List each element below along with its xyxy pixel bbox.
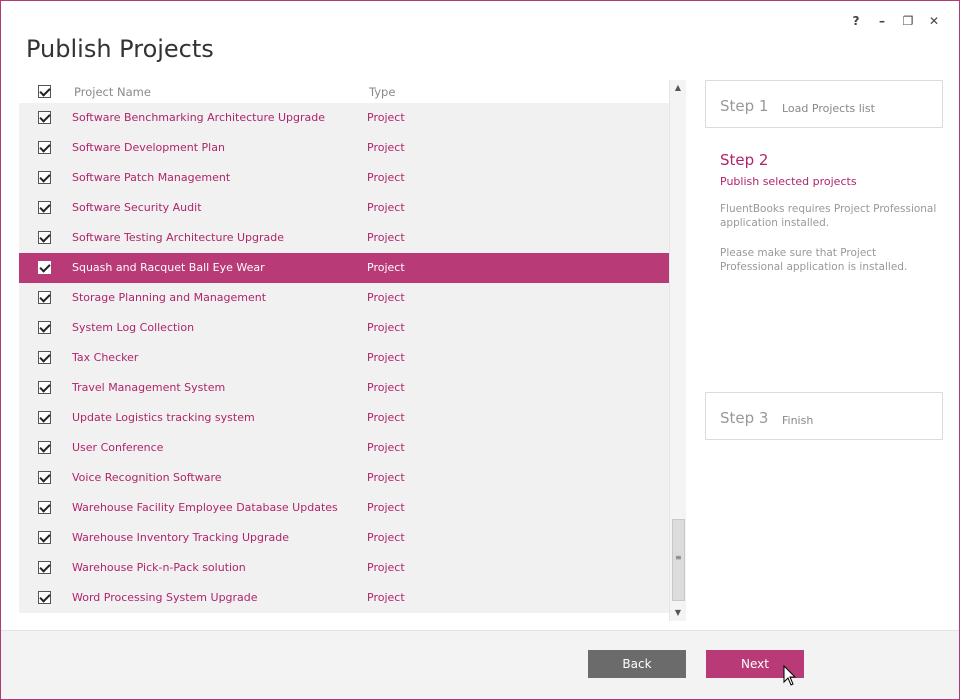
row-checkbox[interactable] [38,561,51,574]
row-checkbox[interactable] [38,321,51,334]
table-row[interactable]: Storage Planning and Management Project [19,283,669,313]
table-row[interactable]: Software Security Audit Project [19,193,669,223]
row-checkbox[interactable] [38,381,51,394]
table-row[interactable]: Update Logistics tracking system Project [19,403,669,433]
row-project-type: Project [367,261,405,274]
back-button[interactable]: Back [588,650,686,678]
row-project-type: Project [367,231,405,244]
row-checkbox[interactable] [38,291,51,304]
row-project-name: Squash and Racquet Ball Eye Wear [72,261,265,274]
row-project-name: Software Patch Management [72,171,231,184]
row-project-type: Project [367,111,405,124]
row-project-type: Project [367,441,405,454]
publish-projects-window: ? – ❐ ✕ Publish Projects Project Name Ty… [0,0,960,700]
row-project-name: Software Testing Architecture Upgrade [72,231,285,244]
row-project-name: Warehouse Facility Employee Database Upd… [72,501,338,514]
step-2-panel: Step 2 Publish selected projects FluentB… [720,151,940,274]
scroll-up-icon[interactable]: ▲ [670,80,686,96]
select-all-checkbox[interactable] [38,85,51,98]
row-checkbox[interactable] [38,471,51,484]
page-title: Publish Projects [26,35,214,63]
row-project-type: Project [367,471,405,484]
row-project-type: Project [367,171,405,184]
row-project-name: Software Security Audit [72,201,202,214]
row-project-type: Project [367,291,405,304]
step-1-panel: Step 1 Load Projects list [705,80,943,128]
restore-icon[interactable]: ❐ [897,11,919,31]
list-rows: Software Benchmarking Architecture Upgra… [19,103,669,613]
row-checkbox[interactable] [38,591,51,604]
row-project-name: Word Processing System Upgrade [72,591,258,604]
table-row[interactable]: Word Processing System Upgrade Project [19,583,669,613]
row-project-type: Project [367,411,405,424]
row-checkbox[interactable] [38,231,51,244]
row-project-name: Warehouse Pick-n-Pack solution [72,561,246,574]
step-2-install-message: Please make sure that Project Profession… [720,247,908,273]
row-project-name: Update Logistics tracking system [72,411,255,424]
row-project-name: Tax Checker [72,351,139,364]
row-checkbox[interactable] [38,351,51,364]
column-header-name[interactable]: Project Name [74,85,151,99]
table-row[interactable]: Warehouse Inventory Tracking Upgrade Proj… [19,523,669,553]
table-row[interactable]: Travel Management System Project [19,373,669,403]
row-project-name: User Conference [72,441,164,454]
scroll-thumb[interactable]: ≡ [672,519,685,601]
footer-bar: Back Next [1,630,959,699]
row-checkbox[interactable] [38,201,51,214]
table-row[interactable]: Software Testing Architecture Upgrade Pro… [19,223,669,253]
row-project-type: Project [367,501,405,514]
help-icon[interactable]: ? [845,11,867,31]
table-row[interactable]: Warehouse Facility Employee Database Upd… [19,493,669,523]
close-icon[interactable]: ✕ [923,11,945,31]
row-project-name: Software Development Plan [72,141,225,154]
row-project-type: Project [367,321,405,334]
row-project-type: Project [367,591,405,604]
step-2-number: Step 2 [720,151,769,169]
minimize-icon[interactable]: – [871,11,893,31]
table-row[interactable]: Software Development Plan Project [19,133,669,163]
table-row[interactable]: Software Benchmarking Architecture Upgra… [19,103,669,133]
table-row[interactable]: Software Patch Management Project [19,163,669,193]
row-project-name: System Log Collection [72,321,195,334]
step-3-panel: Step 3 Finish [705,392,943,440]
row-project-type: Project [367,201,405,214]
step-1-number: Step 1 [720,97,769,115]
project-list: Project Name Type Software Benchmarking … [19,80,669,613]
row-project-name: Warehouse Inventory Tracking Upgrade [72,531,289,544]
row-checkbox[interactable] [38,411,51,424]
table-row[interactable]: Squash and Racquet Ball Eye Wear Project [19,253,669,283]
row-checkbox[interactable] [38,531,51,544]
table-row[interactable]: Warehouse Pick-n-Pack solution Project [19,553,669,583]
step-3-label: Finish [782,414,814,427]
table-row[interactable]: System Log Collection Project [19,313,669,343]
row-project-type: Project [367,381,405,394]
row-checkbox[interactable] [38,441,51,454]
row-checkbox[interactable] [38,171,51,184]
row-project-type: Project [367,351,405,364]
row-checkbox[interactable] [38,111,51,124]
row-checkbox[interactable] [38,141,51,154]
column-header-type[interactable]: Type [369,85,395,99]
row-project-type: Project [367,531,405,544]
step-3-number: Step 3 [720,409,769,427]
scroll-down-icon[interactable]: ▼ [670,605,686,621]
table-row[interactable]: Tax Checker Project [19,343,669,373]
row-project-name: Software Benchmarking Architecture Upgra… [72,111,326,124]
mouse-cursor-icon [783,665,797,686]
table-row[interactable]: Voice Recognition Software Project [19,463,669,493]
window-controls: ? – ❐ ✕ [845,11,945,31]
row-checkbox[interactable] [38,501,51,514]
row-project-name: Voice Recognition Software [72,471,222,484]
list-header: Project Name Type [19,80,669,103]
row-checkbox[interactable] [38,261,51,274]
table-row[interactable]: User Conference Project [19,433,669,463]
step-2-label: Publish selected projects [720,175,857,188]
row-project-type: Project [367,561,405,574]
row-project-type: Project [367,141,405,154]
step-2-requirement-message: FluentBooks requires Project Professiona… [720,203,937,229]
row-project-name: Storage Planning and Management [72,291,267,304]
row-project-name: Travel Management System [72,381,226,394]
list-scrollbar[interactable]: ▲ ≡ ▼ [669,80,686,621]
step-1-label: Load Projects list [782,102,875,115]
